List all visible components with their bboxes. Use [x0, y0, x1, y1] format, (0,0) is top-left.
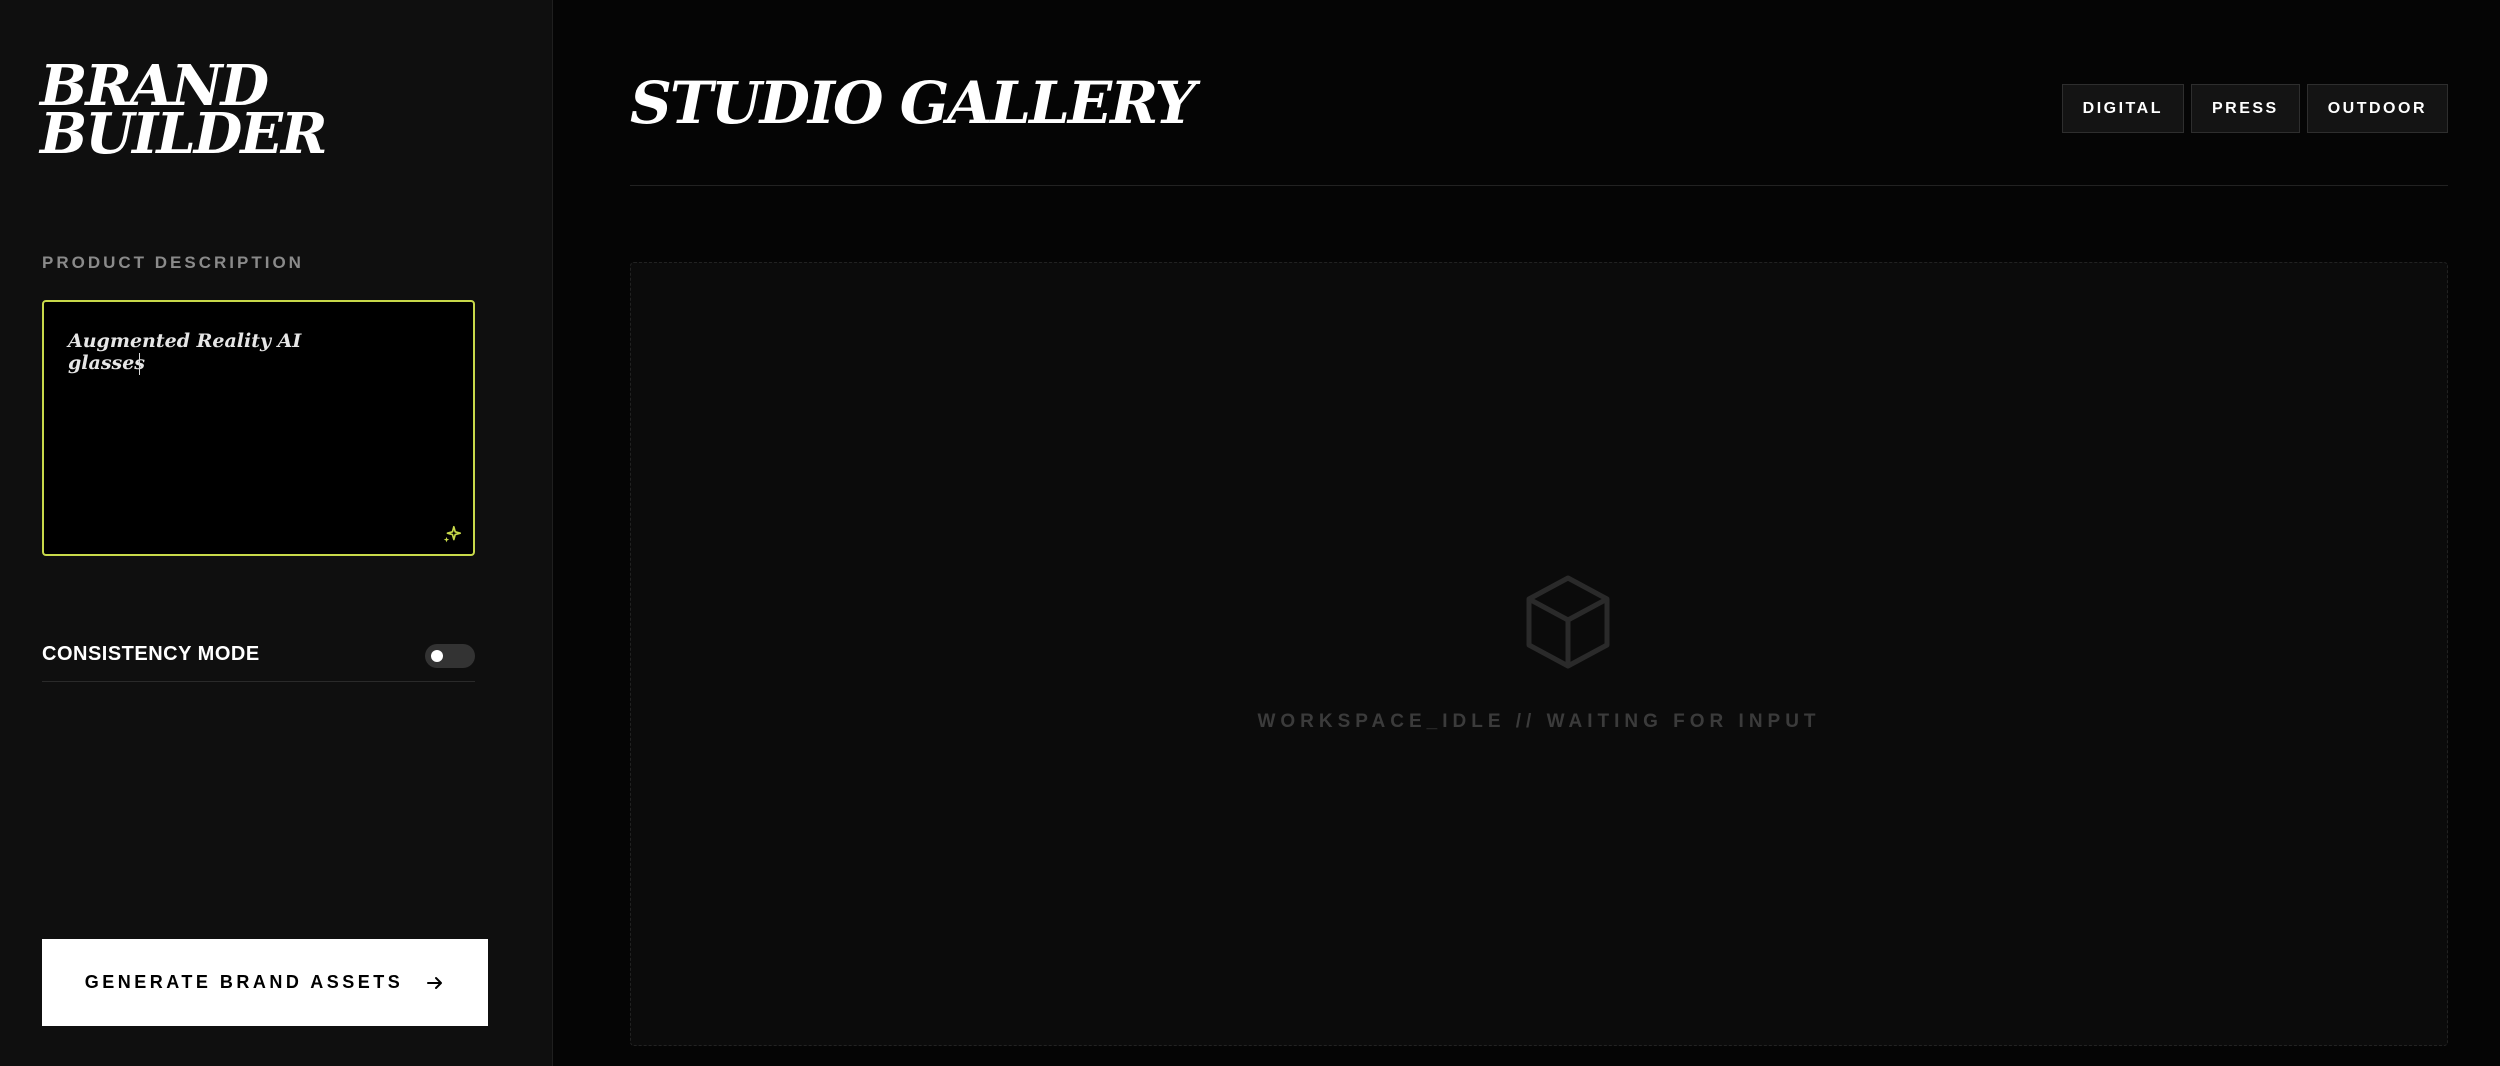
description-text-wrap: Augmented Reality AI glasses [68, 330, 380, 375]
sidebar: BRAND BUILDER PRODUCT DESCRIPTION Augmen… [0, 0, 553, 1066]
filter-digital-button[interactable]: DIGITAL [2061, 84, 2184, 133]
main-panel: STUDIO GALLERY DIGITAL PRESS OUTDOOR WOR… [554, 0, 2500, 1066]
filter-group: DIGITAL PRESS OUTDOOR [2061, 84, 2448, 133]
product-description-label: PRODUCT DESCRIPTION [42, 253, 304, 272]
product-description-input[interactable]: Augmented Reality AI glasses [42, 300, 475, 556]
page-title: STUDIO GALLERY [630, 69, 1196, 137]
consistency-mode-toggle[interactable] [425, 644, 475, 668]
consistency-mode-row: CONSISTENCY MODE [42, 636, 475, 682]
header-divider [630, 185, 2448, 186]
sparkle-icon[interactable] [441, 524, 463, 546]
app-root: BRAND BUILDER PRODUCT DESCRIPTION Augmen… [0, 0, 2500, 1066]
workspace-status-text: WORKSPACE_IDLE // WAITING FOR INPUT [1257, 711, 1821, 732]
generate-button-label: GENERATE BRAND ASSETS [84, 972, 404, 992]
brand-logo: BRAND BUILDER [40, 58, 328, 167]
cube-icon [1526, 575, 1610, 669]
brand-line-2: BUILDER [40, 101, 328, 167]
text-caret [139, 353, 140, 375]
arrow-right-icon [427, 976, 443, 989]
generate-brand-assets-button[interactable]: GENERATE BRAND ASSETS [42, 939, 488, 1026]
workspace-area: WORKSPACE_IDLE // WAITING FOR INPUT [630, 262, 2448, 1046]
consistency-mode-label: CONSISTENCY MODE [42, 643, 260, 665]
product-description-value: Augmented Reality AI glasses [68, 330, 302, 374]
toggle-knob [431, 650, 443, 662]
filter-press-button[interactable]: PRESS [2190, 84, 2300, 133]
filter-outdoor-button[interactable]: OUTDOOR [2306, 84, 2448, 133]
